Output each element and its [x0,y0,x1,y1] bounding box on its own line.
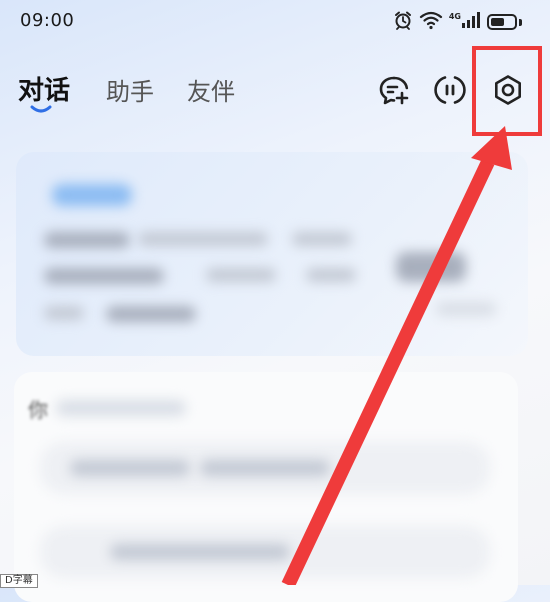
status-bar: 09:00 4G [0,0,550,44]
blurred-text [200,460,330,476]
battery-icon [487,14,517,30]
blurred-image [396,252,466,282]
tab-companion[interactable]: 友伴 [187,72,235,107]
featured-card[interactable] [16,152,528,356]
blurred-text [106,306,196,322]
battery-fill [491,18,504,26]
card-tag [52,184,132,206]
blurred-text [56,400,186,416]
blurred-text [138,232,268,246]
battery-tip [519,18,522,26]
blurred-text [292,232,352,246]
new-chat-icon[interactable] [374,70,414,110]
alarm-icon [393,10,413,34]
suggestions-card[interactable]: 你 [14,372,518,602]
annotation-highlight-box [472,46,542,136]
tab-assistant[interactable]: 助手 [106,72,154,107]
network-label: 4G [448,11,461,21]
blurred-text [44,268,164,284]
active-tab-indicator [30,105,52,113]
tab-chat[interactable]: 对话 [18,70,70,107]
blurred-text [70,460,190,476]
blurred-text [206,268,276,282]
status-icons: 4G [393,10,522,34]
blurred-text [44,232,130,248]
subtitle-tag: D字幕 [0,574,38,588]
signal-icon [461,11,481,33]
top-header: 对话 助手 友伴 [0,60,550,120]
wifi-icon [419,10,443,34]
voice-assistant-icon[interactable] [430,70,470,110]
card-heading-glyph: 你 [28,398,48,422]
blurred-text [436,302,496,316]
blurred-text [306,268,356,282]
status-time: 09:00 [20,10,75,31]
blurred-text [110,544,290,560]
blurred-text [44,306,84,320]
